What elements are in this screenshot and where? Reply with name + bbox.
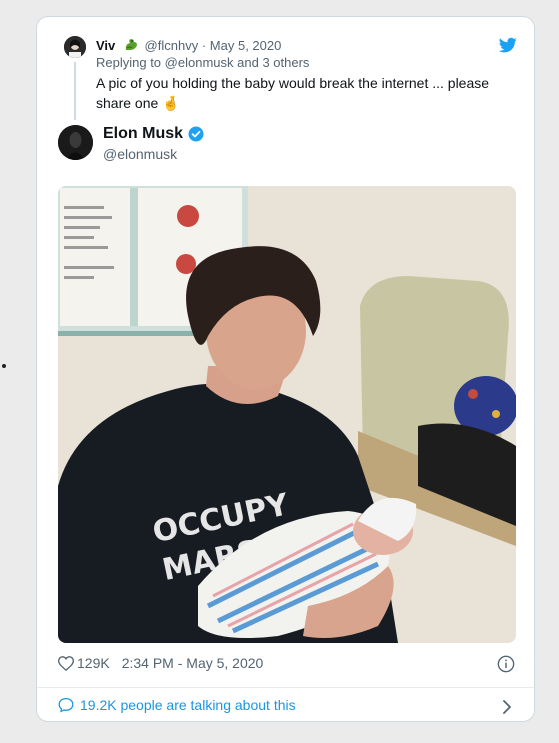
bullet-dot: [2, 364, 6, 368]
reply-author-handle[interactable]: @flcnhvy: [145, 38, 199, 53]
fingers-crossed-emoji-icon: 🤞: [162, 95, 180, 111]
info-icon[interactable]: [497, 655, 515, 673]
replying-to-line: Replying to @elonmusk and 3 others: [96, 55, 309, 70]
replying-handle-link[interactable]: @elonmusk: [165, 55, 234, 70]
heart-icon[interactable]: [58, 655, 74, 671]
reply-header: Viv @flcnhvy · May 5, 2020: [96, 37, 281, 56]
comment-bubble-icon: [58, 697, 74, 713]
embedded-tweet-card[interactable]: Viv @flcnhvy · May 5, 2020 Replying to @…: [36, 16, 535, 722]
replying-suffix[interactable]: and 3 others: [237, 55, 309, 70]
reply-text: A pic of you holding the baby would brea…: [96, 73, 516, 113]
reply-date[interactable]: May 5, 2020: [210, 38, 282, 53]
talking-count-text[interactable]: 19.2K people are talking about this: [80, 697, 296, 713]
like-count[interactable]: 129K: [77, 655, 110, 671]
author-name[interactable]: Elon Musk: [103, 125, 183, 143]
footer-divider: [37, 687, 534, 688]
tweet-timestamp[interactable]: 2:34 PM - May 5, 2020: [122, 655, 264, 671]
chevron-right-icon[interactable]: [501, 699, 513, 715]
verified-badge-icon: [188, 126, 204, 142]
reply-avatar[interactable]: [64, 36, 86, 58]
dragon-emoji-icon: [123, 37, 139, 56]
reply-separator: ·: [201, 38, 207, 53]
author-name-row[interactable]: Elon Musk: [103, 125, 204, 143]
replying-prefix: Replying to: [96, 55, 162, 70]
reply-author-name[interactable]: Viv: [96, 38, 115, 53]
thread-line: [74, 62, 76, 120]
author-handle[interactable]: @elonmusk: [103, 146, 177, 162]
reply-text-body: A pic of you holding the baby would brea…: [96, 75, 490, 111]
twitter-bird-icon[interactable]: [498, 36, 518, 54]
conversation-link[interactable]: 19.2K people are talking about this: [58, 697, 296, 713]
author-avatar[interactable]: [58, 125, 93, 160]
tweet-photo[interactable]: OCCUPY MARS: [58, 186, 516, 643]
tweet-stats-row: 129K 2:34 PM - May 5, 2020: [58, 655, 263, 671]
